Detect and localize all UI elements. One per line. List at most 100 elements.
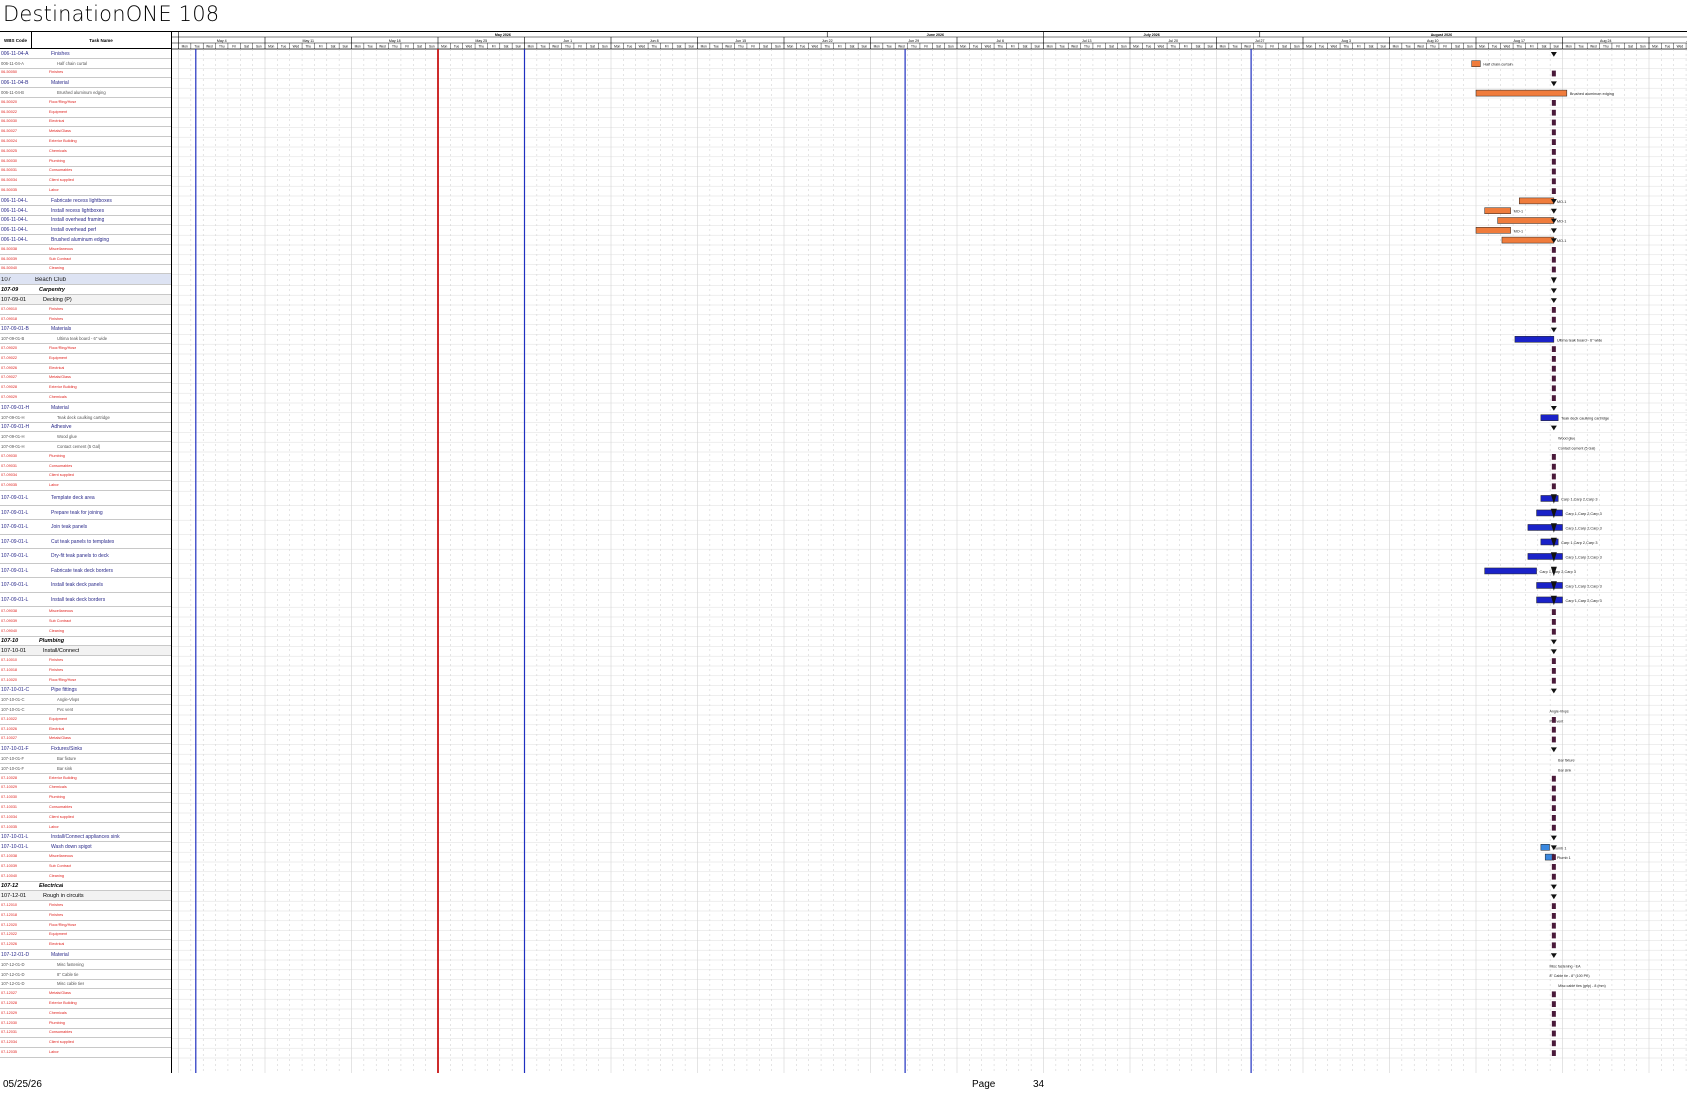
table-row[interactable]: 107-12-01-D 8" Cable tie [0,970,171,980]
table-row[interactable]: 107-09 Carpentry [0,285,171,296]
table-row[interactable]: 06-50025 Chemicals [0,147,171,157]
table-row[interactable]: 107-09-01-L Install teak deck panels [0,578,171,593]
table-row[interactable]: 07-10022 Equipment [0,715,171,725]
table-row[interactable]: 07-12026 Electrical [0,940,171,951]
table-row[interactable]: 06-50031 Consumables [0,167,171,177]
table-row[interactable]: 06-50027 Metals/Glass [0,127,171,138]
table-row[interactable]: 107-10-01-F Bar fixture [0,754,171,764]
table-row[interactable]: 07-09020 Floor/Ring/Hose [0,344,171,354]
table-row[interactable]: 07-10020 Floor/Ring/Hose [0,676,171,686]
table-row[interactable]: 07-09030 Plumbing [0,452,171,462]
table-row[interactable]: 107-12 Electrical [0,882,171,892]
table-row[interactable]: 06-50024 Exterior Building [0,137,171,147]
table-row[interactable]: 107 Beach Club [0,274,171,286]
table-row[interactable]: 07-12029 Chemicals [0,1009,171,1019]
table-row[interactable]: 107-12-01-D Material [0,950,171,960]
table-row[interactable]: 006-11-04-L Install overhead framing [0,216,171,226]
table-row[interactable]: 107-10-01-C Angle-Vlvps [0,695,171,706]
table-row[interactable]: 06-50040 Cleaning [0,265,171,275]
table-row[interactable]: 06-50038 Miscellaneous [0,245,171,255]
table-row[interactable]: 107-10-01-C Pvc vent [0,705,171,715]
table-row[interactable]: 07-12022 Equipment [0,931,171,941]
table-row[interactable]: 07-12027 Metals/Glass [0,989,171,1000]
table-row[interactable]: 07-09034 Client supplied [0,472,171,482]
table-row[interactable]: 107-10-01-C Pipe fittings [0,686,171,696]
table-row[interactable]: 107-09-01-L Prepare teak for joining [0,506,171,521]
table-row[interactable]: 07-10010 Finishes [0,656,171,666]
table-row[interactable]: 107-09-01-H Adhesive [0,423,171,433]
table-row[interactable]: 06-50034 Client supplied [0,176,171,187]
table-row[interactable]: 07-12020 Floor/Ring/Hose [0,921,171,931]
table-row[interactable]: 07-10027 Metals/Glass [0,735,171,745]
table-row[interactable]: 07-09038 Miscellaneous [0,607,171,617]
table-row[interactable]: 07-12018 Finishes [0,911,171,921]
table-row[interactable]: 107-09-01-B Materials [0,325,171,335]
table-row[interactable]: 107-10-01-L Wash down spigot [0,842,171,853]
milestone-mark [1551,795,1556,802]
table-row[interactable]: 06-50020 Floor/Ring/Hose [0,98,171,108]
table-row[interactable]: 07-10038 Miscellaneous [0,852,171,862]
table-row[interactable]: 07-09028 Exterior Building [0,383,171,394]
table-row[interactable]: 107-09-01-H Material [0,403,171,413]
table-row[interactable]: 07-09010 Finishes [0,305,171,315]
table-row[interactable]: 07-12028 Exterior Building [0,999,171,1009]
table-row[interactable]: 006-11-04-B Material [0,78,171,89]
table-row[interactable]: 107-09-01-L Install teak deck borders [0,593,171,608]
table-row[interactable]: 07-10028 Exterior Building [0,774,171,784]
table-row[interactable]: 06-50050 Finishes [0,69,171,79]
table-row[interactable]: 107-10-01-F Fixtures/Sinks [0,744,171,755]
table-row[interactable]: 107-09-01-L Cut teak panels to templates [0,535,171,550]
table-row[interactable]: 107-10-01 Install/Connect [0,646,171,657]
table-row[interactable]: 06-50022 Equipment [0,108,171,118]
table-row[interactable]: 07-10031 Consumables [0,803,171,813]
table-row[interactable]: 07-10040 Cleaning [0,872,171,882]
table-row[interactable]: 107-09-01-L Dry-fit teak panels to deck [0,549,171,564]
table-row[interactable]: 006-11-04-L Install overhead perf [0,225,171,236]
table-row[interactable]: 07-10039 Sub Contract [0,862,171,872]
table-row[interactable]: 07-09026 Electrical [0,364,171,374]
table-row[interactable]: 07-10026 Electrical [0,725,171,735]
table-row[interactable]: 07-09018 Finishes [0,315,171,325]
table-row[interactable]: 006-11-04-A Half chain curtal [0,59,171,69]
table-row[interactable]: 107-09-01-H Wood glue [0,432,171,443]
table-row[interactable]: 006-11-04-L Brushed aluminum edging [0,235,171,245]
table-row[interactable]: 07-09039 Sub Contract [0,617,171,627]
table-row[interactable]: 006-11-04-B Brushed aluminum edging [0,88,171,98]
table-row[interactable]: 06-50030 Electrical [0,118,171,128]
table-row[interactable]: 07-09040 Cleaning [0,627,171,637]
table-row[interactable]: 07-12010 Finishes [0,901,171,911]
table-row[interactable]: 107-09-01-B Ultima teak board - 6" wide [0,334,171,345]
table-row[interactable]: 107-09-01 Decking (P) [0,295,171,305]
table-row[interactable]: 006-11-04-L Install recess lightboxes [0,206,171,216]
table-row[interactable]: 07-09022 Equipment [0,354,171,364]
table-row[interactable]: 107-09-01-H Contact cement (5 Gal) [0,442,171,452]
table-row[interactable]: 107-12-01 Rough in circuits [0,891,171,902]
table-row[interactable]: 07-09029 Chemicals [0,393,171,403]
table-row[interactable]: 07-10035 Labor [0,823,171,833]
table-row[interactable]: 07-12031 Consumables [0,1029,171,1039]
table-row[interactable]: 07-10018 Finishes [0,666,171,676]
table-row[interactable]: 107-10 Plumbing [0,637,171,647]
table-row[interactable]: 107-10-01-F Bar sink [0,764,171,774]
table-row[interactable]: 107-12-01-D Misc cable ties [0,980,171,990]
table-row[interactable]: 07-09035 Labor [0,481,171,492]
table-row[interactable]: 07-10034 Client supplied [0,813,171,823]
table-row[interactable]: 107-09-01-L Join teak panels [0,520,171,535]
table-row[interactable]: 06-50030 Plumbing [0,157,171,167]
table-row[interactable]: 06-50035 Labor [0,186,171,196]
table-row[interactable]: 107-09-01-H Teak deck caulking cartridge [0,413,171,423]
table-row[interactable]: 107-09-01-L Fabricate teak deck borders [0,564,171,579]
table-row[interactable]: 07-10030 Plumbing [0,793,171,804]
table-row[interactable]: 07-09031 Consumables [0,462,171,472]
table-row[interactable]: 07-09027 Metals/Glass [0,374,171,384]
table-row[interactable]: 07-12034 Client supplied [0,1038,171,1049]
table-row[interactable]: 006-11-04-L Fabricate recess lightboxes [0,196,171,206]
table-row[interactable]: 07-10029 Chemicals [0,784,171,794]
table-row[interactable]: 07-12035 Labor [0,1048,171,1058]
table-row[interactable]: 107-10-01-L Install/Connect appliances si… [0,833,171,843]
table-row[interactable]: 107-12-01-D Misc fastening [0,960,171,970]
table-row[interactable]: 06-50039 Sub Contract [0,255,171,265]
table-row[interactable]: 07-12030 Plumbing [0,1019,171,1029]
table-row[interactable]: 107-09-01-L Template deck area [0,491,171,506]
table-row[interactable]: 006-11-04-A Finishes [0,49,171,59]
